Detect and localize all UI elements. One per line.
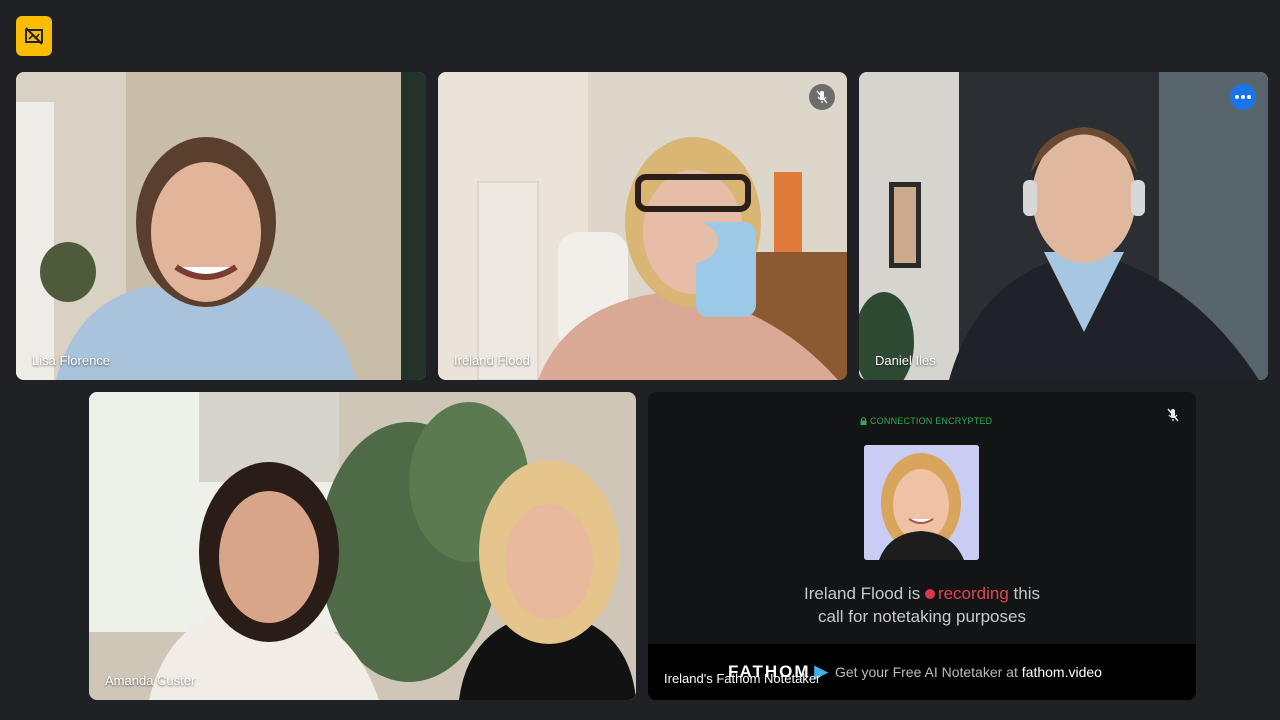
recording-word: recording [937, 584, 1009, 603]
muted-indicator [1166, 408, 1180, 427]
mic-off-icon [816, 90, 828, 104]
participant-video [438, 72, 847, 380]
recording-notice: Ireland Flood is recording this call for… [648, 582, 1196, 628]
recording-dot-icon [924, 589, 935, 599]
speaking-indicator [1230, 84, 1256, 110]
participant-name: Ireland Flood [454, 353, 530, 368]
participant-tile-daniel[interactable]: Daniel Iles [859, 72, 1268, 380]
participant-name: Daniel Iles [875, 353, 936, 368]
mic-off-icon [1167, 408, 1179, 422]
participant-tile-lisa[interactable]: Lisa Florence [16, 72, 426, 380]
lock-icon [860, 417, 867, 425]
participant-name: Amanda Custer [105, 673, 196, 688]
screen-share-off-icon [25, 27, 43, 45]
notetaker-tile[interactable]: CONNECTION ENCRYPTED Ireland Flood is re… [648, 392, 1196, 700]
participant-tile-amanda[interactable]: Amanda Custer [89, 392, 636, 700]
muted-indicator [809, 84, 835, 110]
promo-label: Get your Free AI Notetaker at [835, 664, 1022, 680]
participant-name: Lisa Florence [32, 353, 111, 368]
promo-text: Get your Free AI Notetaker at fathom.vid… [835, 664, 1102, 680]
recording-message-start: Ireland Flood is [803, 584, 925, 603]
recording-message-end: this [1008, 584, 1040, 603]
participant-tile-ireland[interactable]: Ireland Flood [438, 72, 847, 380]
participant-video [16, 72, 426, 380]
promo-banner: FATHOM ▶ Get your Free AI Notetaker at fa… [648, 644, 1196, 700]
presentation-status-button[interactable] [16, 16, 52, 56]
encryption-status: CONNECTION ENCRYPTED [860, 416, 992, 426]
participant-video [859, 72, 1268, 380]
avatar-photo [864, 445, 979, 560]
promo-link[interactable]: fathom.video [1022, 664, 1102, 680]
participant-name: Ireland's Fathom Notetaker [664, 671, 821, 686]
encryption-label: CONNECTION ENCRYPTED [870, 416, 993, 426]
avatar [864, 445, 979, 560]
participant-video [89, 392, 636, 700]
recording-message-line2: call for notetaking purposes [818, 607, 1026, 626]
